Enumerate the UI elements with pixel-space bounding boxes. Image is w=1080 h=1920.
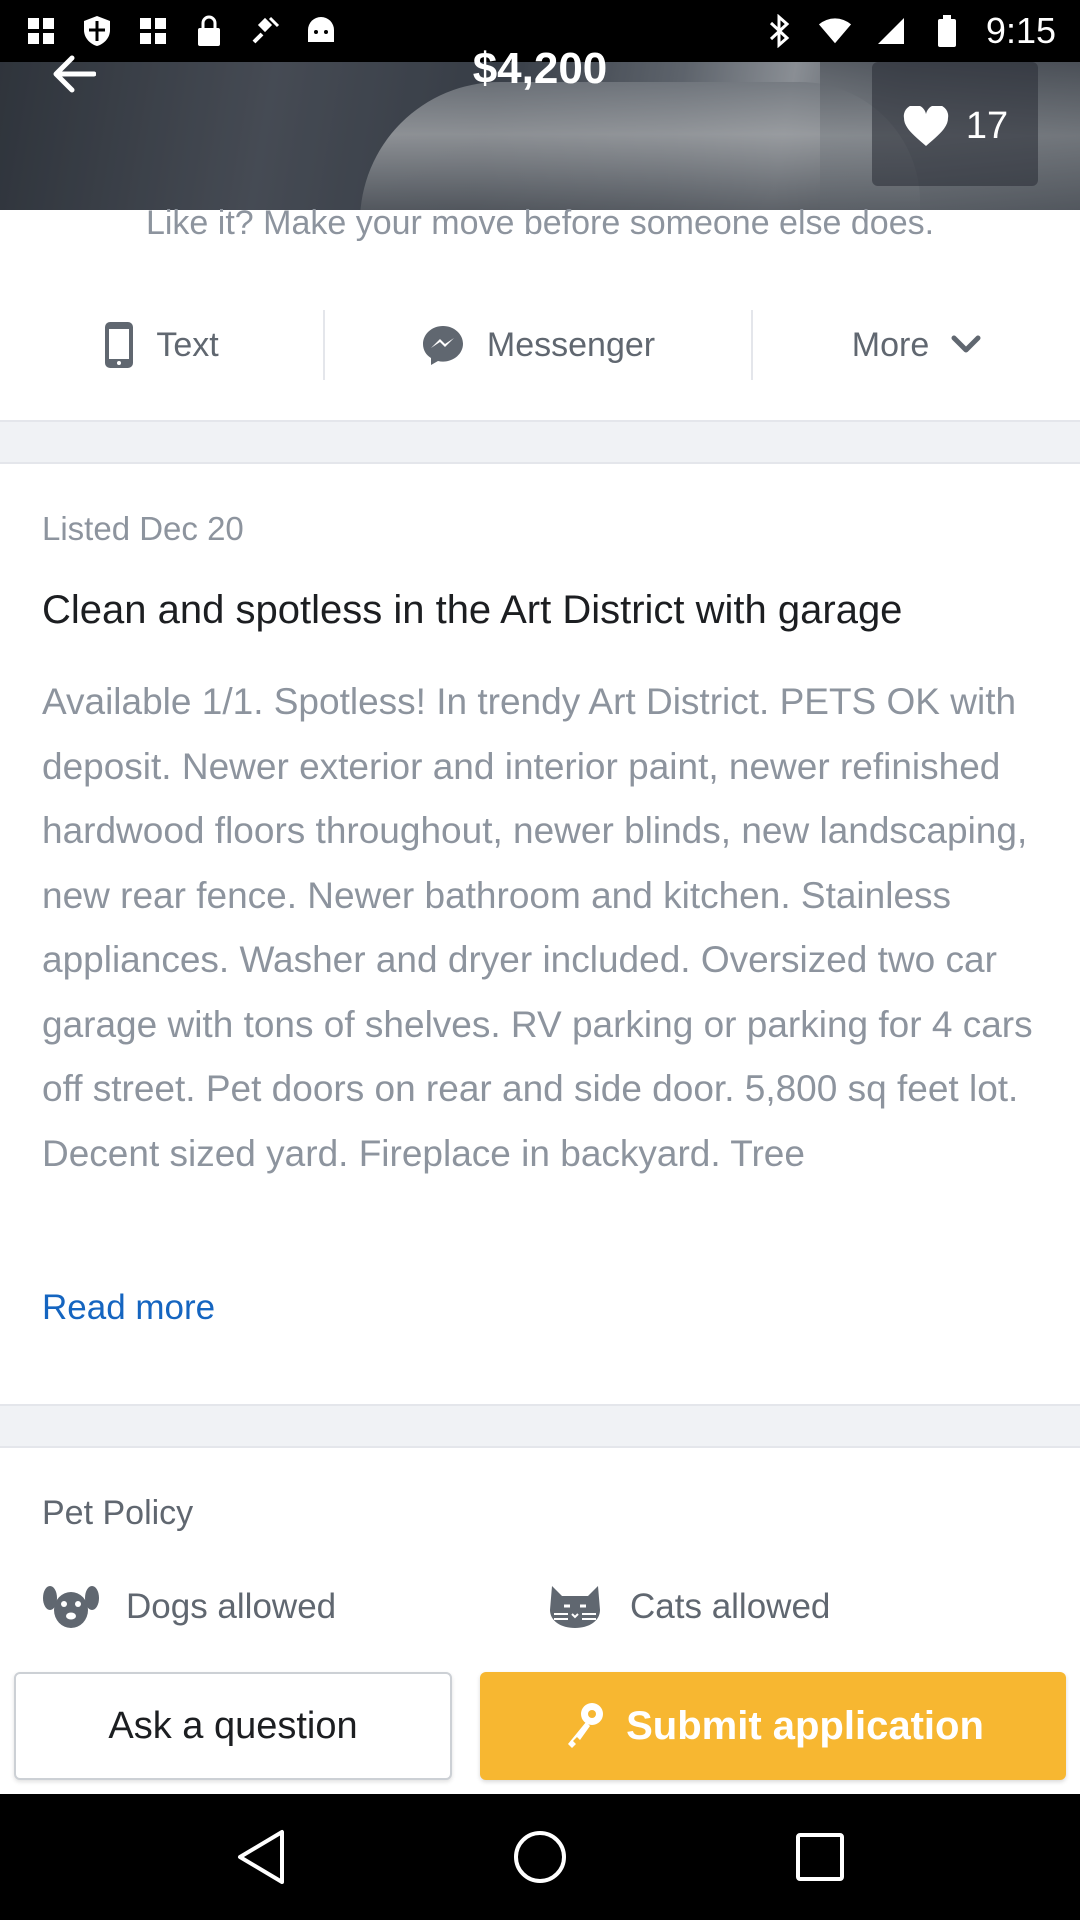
nav-recents-button[interactable]: [775, 1812, 865, 1902]
more-button-label: More: [851, 325, 930, 364]
circle-home-icon: [514, 1831, 566, 1883]
ask-question-button[interactable]: Ask a question: [14, 1672, 452, 1780]
android-icon: [304, 14, 338, 48]
nav-home-button[interactable]: [495, 1812, 585, 1902]
cats-allowed-label: Cats allowed: [630, 1587, 831, 1626]
contact-teaser: Like it? Make your move before someone e…: [145, 204, 935, 242]
ask-question-label: Ask a question: [108, 1704, 358, 1747]
submit-application-button[interactable]: Submit application: [480, 1672, 1066, 1780]
key-icon: [568, 1703, 604, 1748]
dogs-allowed: Dogs allowed: [42, 1584, 336, 1630]
messenger-button-label: Messenger: [486, 325, 656, 364]
like-count: 17: [965, 105, 1009, 147]
more-button[interactable]: More: [753, 310, 1080, 380]
text-button[interactable]: Text: [0, 310, 325, 380]
messenger-icon: [422, 326, 463, 365]
signal-icon: [874, 14, 908, 48]
square-recents-icon: [796, 1833, 844, 1881]
messenger-button[interactable]: Messenger: [325, 310, 753, 380]
system-navigation-bar: [0, 1794, 1080, 1920]
bluetooth-icon: [762, 14, 796, 48]
text-button-label: Text: [156, 325, 219, 364]
save-like-button[interactable]: 17: [872, 62, 1038, 186]
dog-icon: [43, 1586, 99, 1628]
battery-icon: [930, 14, 964, 48]
submit-application-label: Submit application: [626, 1703, 984, 1748]
listing-title: Clean and spotless in the Art District w…: [42, 588, 903, 632]
bottom-action-bar: Ask a question Submit application: [0, 1660, 1080, 1794]
listed-date: Listed Dec 20: [42, 510, 244, 547]
listing-description: Available 1/1. Spotless! In trendy Art D…: [42, 681, 1033, 1174]
section-divider: [0, 1404, 1080, 1448]
cat-icon: [550, 1586, 600, 1628]
lock-icon: [192, 14, 226, 48]
pet-policy-heading: Pet Policy: [42, 1494, 194, 1532]
phone-icon: [105, 322, 134, 368]
contact-options: Text Messenger More: [0, 300, 1080, 390]
read-more-link[interactable]: Read more: [42, 1288, 215, 1328]
heart-icon: [903, 106, 949, 146]
satellite-icon: [248, 14, 282, 48]
nav-back-button[interactable]: [215, 1812, 305, 1902]
triangle-back-icon: [238, 1830, 284, 1884]
chevron-down-icon: [951, 335, 981, 353]
photos-icon: [136, 14, 170, 48]
dogs-allowed-label: Dogs allowed: [126, 1587, 337, 1626]
wifi-icon: [818, 14, 852, 48]
section-divider: [0, 420, 1080, 464]
cats-allowed: Cats allowed: [546, 1584, 830, 1630]
